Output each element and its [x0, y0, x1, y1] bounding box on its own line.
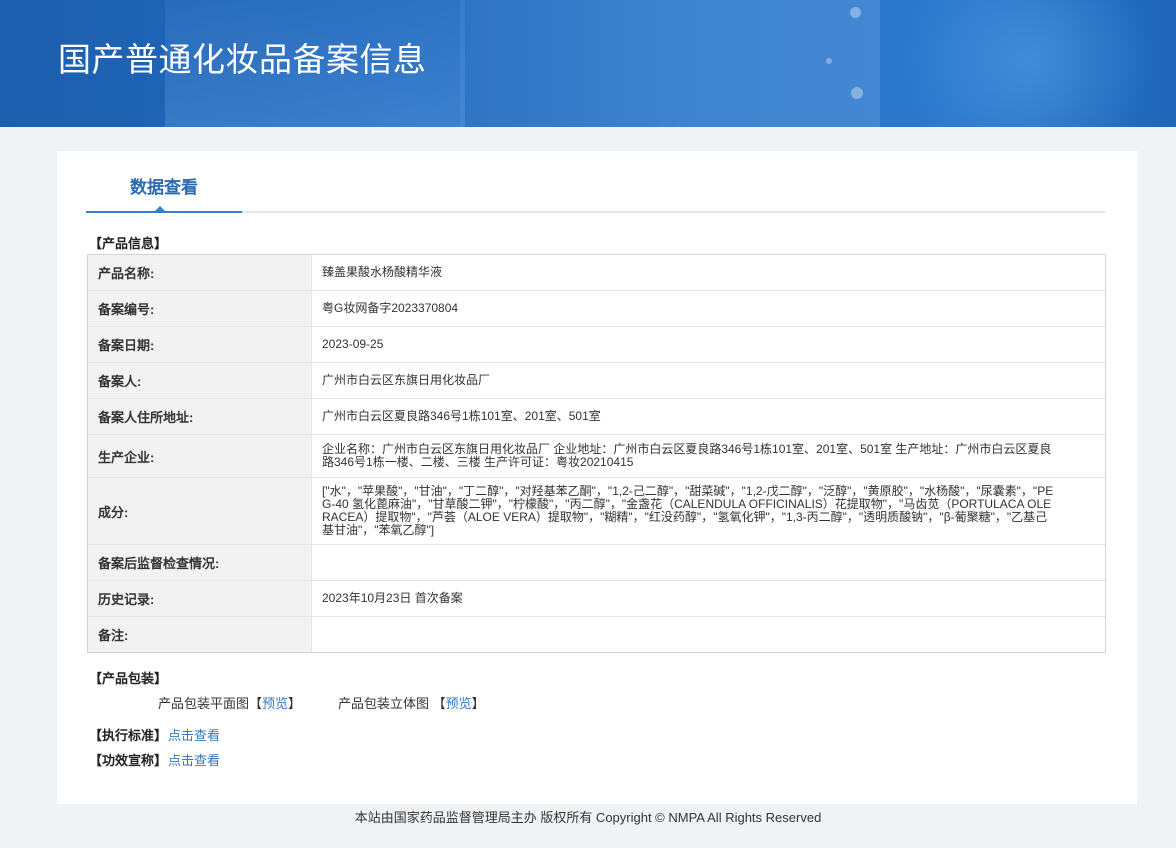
manufacturer-value: 企业名称：广州市白云区东旗日用化妆品厂 企业地址：广州市白云区夏良路346号1栋…	[311, 434, 1105, 478]
history-label: 历史记录:	[88, 580, 312, 617]
bracket-open: 【	[249, 696, 263, 711]
post-filing-inspection-value	[311, 544, 1105, 581]
bracket-close: 】	[288, 696, 302, 711]
bracket-open: 【	[432, 696, 446, 711]
footer-copyright: 本站由国家药品监督管理局主办 版权所有 Copyright © NMPA All…	[354, 810, 822, 825]
claims-title: 【功效宣称】	[89, 753, 168, 768]
packaging-3d-item: 产品包装立体图 【预览】	[338, 696, 485, 712]
filer-address-value: 广州市白云区夏良路346号1栋101室、201室、501室	[311, 398, 1105, 435]
filing-number-row: 备案编号: 粤G妆网备字2023370804	[88, 290, 1105, 327]
header-decor-panel	[460, 0, 880, 127]
page-header: 国产普通化妆品备案信息	[0, 0, 1176, 127]
claims-view-link[interactable]: 点击查看	[168, 753, 220, 769]
post-filing-inspection-label: 备案后监督检查情况:	[88, 544, 312, 581]
tab-data-view[interactable]: 数据查看	[86, 173, 242, 203]
header-decor-dot	[851, 87, 863, 99]
packaging-3d-label: 产品包装立体图	[338, 696, 433, 711]
filing-date-label: 备案日期:	[88, 326, 312, 363]
ingredients-label: 成分:	[88, 477, 312, 545]
packaging-flat-label: 产品包装平面图	[158, 696, 250, 711]
filing-date-value: 2023-09-25	[311, 326, 1105, 363]
product-name-row: 产品名称: 臻盖果酸水杨酸精华液	[88, 255, 1105, 291]
filer-label: 备案人:	[88, 362, 312, 399]
product-name-value: 臻盖果酸水杨酸精华液	[311, 255, 1105, 291]
packaging-flat-item: 产品包装平面图【预览】	[158, 696, 301, 712]
header-decor-glow	[880, 0, 1176, 127]
ingredients-value: ["水"，"苹果酸"，"甘油"，"丁二醇"，"对羟基苯乙酮"，"1,2-己二醇"…	[311, 477, 1105, 545]
ingredients-row: 成分: ["水"，"苹果酸"，"甘油"，"丁二醇"，"对羟基苯乙酮"，"1,2-…	[88, 477, 1105, 545]
packaging-3d-preview-link[interactable]: 预览	[446, 696, 472, 711]
tab-label: 数据查看	[130, 178, 198, 197]
remarks-value	[312, 617, 1106, 653]
post-filing-inspection-row: 备案后监督检查情况:	[88, 544, 1105, 581]
header-decor-dot	[850, 7, 861, 18]
filer-value: 广州市白云区东旗日用化妆品厂	[311, 362, 1105, 399]
filer-address-label: 备案人住所地址:	[88, 398, 312, 435]
product-info-title: 【产品信息】	[89, 236, 168, 251]
bracket-close: 】	[471, 696, 485, 711]
remarks-label: 备注:	[88, 616, 312, 652]
history-row: 历史记录: 2023年10月23日 首次备案	[88, 580, 1105, 617]
page-title: 国产普通化妆品备案信息	[58, 41, 427, 78]
packaging-flat-preview-link[interactable]: 预览	[262, 696, 288, 711]
history-value: 2023年10月23日 首次备案	[311, 580, 1105, 617]
product-name-label: 产品名称:	[88, 255, 312, 291]
filer-address-row: 备案人住所地址: 广州市白云区夏良路346号1栋101室、201室、501室	[88, 398, 1105, 435]
manufacturer-label: 生产企业:	[88, 434, 312, 478]
filing-number-label: 备案编号:	[88, 290, 312, 327]
product-info-table: 产品名称: 臻盖果酸水杨酸精华液 备案编号: 粤G妆网备字2023370804 …	[87, 254, 1106, 653]
remarks-row: 备注:	[88, 616, 1106, 653]
standard-title: 【执行标准】	[89, 728, 168, 743]
header-decor-dot	[826, 58, 832, 64]
tab-active-underline	[86, 211, 242, 213]
standard-view-link[interactable]: 点击查看	[168, 728, 220, 744]
manufacturer-row: 生产企业: 企业名称：广州市白云区东旗日用化妆品厂 企业地址：广州市白云区夏良路…	[88, 434, 1105, 478]
filing-date-row: 备案日期: 2023-09-25	[88, 326, 1105, 363]
filer-row: 备案人: 广州市白云区东旗日用化妆品厂	[88, 362, 1105, 399]
filing-number-value: 粤G妆网备字2023370804	[311, 290, 1105, 327]
packaging-title: 【产品包装】	[89, 671, 168, 686]
content-card: 数据查看 【产品信息】 产品名称: 臻盖果酸水杨酸精华液 备案编号: 粤G妆网备…	[57, 151, 1137, 804]
tab-active-notch	[155, 206, 165, 211]
